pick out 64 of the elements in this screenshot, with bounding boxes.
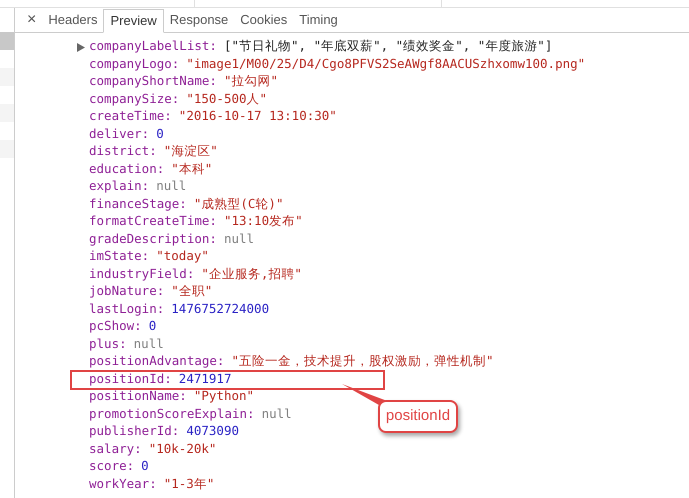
property-value: null — [224, 230, 254, 248]
property-value: "全职" — [171, 282, 212, 300]
property-value: null — [156, 177, 186, 196]
property-key: district: — [89, 142, 157, 162]
property-value: "today" — [156, 247, 209, 266]
request-row[interactable] — [0, 104, 14, 122]
property-value: "拉勾网" — [224, 72, 278, 90]
property-value: "10k-20k" — [148, 440, 216, 458]
property-key: salary: — [89, 440, 142, 459]
property-value: 4073090 — [186, 422, 239, 440]
property-value: null — [262, 404, 292, 423]
property-key: positionAdvantage: — [89, 352, 224, 372]
property-key: pcShow: — [89, 317, 142, 336]
property-key: score: — [89, 457, 134, 476]
property-key: explain: — [89, 177, 150, 196]
property-value: "150-500人" — [186, 90, 268, 108]
property-value: ["节日礼物", "年底双薪", "绩效奖金", "年度旅游"] — [224, 37, 552, 56]
callout-label: positionId — [378, 400, 458, 433]
tab[interactable]: Cookies — [234, 8, 294, 32]
expand-triangle-icon[interactable] — [77, 43, 85, 52]
request-row[interactable] — [0, 32, 14, 50]
property-value: "Python" — [194, 387, 254, 406]
property-value: "image1/M00/25/D4/Cgo8PFVS2SeAWgf8AACUSzhxomw100.png" — [186, 54, 586, 73]
property-key: positionName: — [89, 387, 187, 406]
request-row[interactable] — [0, 68, 14, 86]
property-key: jobNature: — [89, 282, 164, 302]
property-value: 2471917 — [178, 370, 232, 388]
property-key: formatCreateTime: — [89, 212, 217, 232]
property-value: "海淀区" — [164, 142, 218, 160]
property-key: companyLogo: — [89, 54, 180, 74]
property-key: publisherId: — [89, 422, 180, 442]
property-key: lastLogin: — [89, 300, 164, 319]
property-key: imState: — [89, 247, 150, 266]
property-value: "本科" — [171, 160, 212, 178]
property-key: industryField: — [89, 264, 194, 284]
property-key: workYear: — [89, 474, 157, 494]
tab[interactable]: Timing — [293, 8, 344, 32]
property-value: 0 — [148, 317, 156, 336]
tab[interactable]: Response — [164, 8, 234, 32]
property-key: gradeDescription: — [89, 230, 217, 249]
property-key: promotionScoreExplain: — [89, 404, 255, 424]
property-value: "成熟型(C轮)" — [194, 194, 284, 213]
tab[interactable]: Headers — [42, 8, 104, 32]
property-key: companyShortName: — [89, 72, 217, 92]
request-row[interactable] — [0, 140, 14, 158]
property-value: "企业服务,招聘" — [201, 264, 302, 283]
tab[interactable]: Preview — [103, 9, 164, 33]
property-value: "五险一金，技术提升，股权激励，弹性机制" — [231, 352, 494, 370]
property-key: companySize: — [89, 90, 180, 109]
property-key: positionId: — [89, 370, 172, 389]
property-value: "1-3年" — [164, 474, 214, 493]
close-button[interactable]: × — [21, 8, 42, 32]
property-value: 1476752724000 — [171, 300, 270, 318]
property-value: 0 — [141, 457, 149, 476]
property-value: null — [134, 334, 164, 353]
property-value: 0 — [156, 124, 164, 143]
property-value: "2016-10-17 13:10:30" — [178, 107, 337, 126]
property-key: financeStage: — [89, 194, 187, 214]
property-key: createTime: — [89, 107, 172, 126]
property-key: education: — [89, 160, 164, 179]
property-key: plus: — [89, 334, 127, 354]
property-key: companyLabelList: — [89, 37, 217, 56]
property-value: "13:10发布" — [224, 212, 303, 230]
property-key: deliver: — [89, 124, 150, 144]
